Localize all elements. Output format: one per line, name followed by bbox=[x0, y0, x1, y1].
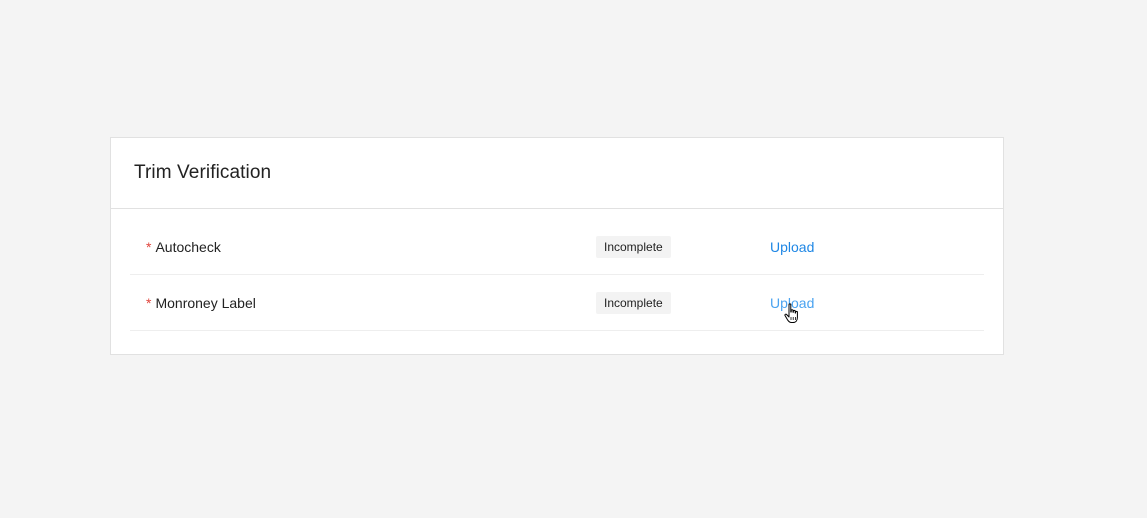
verification-list: * Autocheck Incomplete Upload * Monroney L… bbox=[111, 209, 1003, 331]
status-badge: Incomplete bbox=[596, 291, 671, 314]
list-item-autocheck: * Autocheck Incomplete Upload bbox=[130, 219, 984, 275]
trim-verification-card: Trim Verification * Autocheck Incomplete … bbox=[110, 137, 1004, 355]
required-mark: * bbox=[146, 294, 152, 311]
row-label-text: Monroney Label bbox=[155, 294, 256, 311]
card-header: Trim Verification bbox=[111, 138, 1003, 209]
row-label: * Autocheck bbox=[146, 239, 221, 255]
upload-link-autocheck[interactable]: Upload bbox=[770, 239, 814, 255]
status-badge: Incomplete bbox=[596, 235, 671, 258]
required-mark: * bbox=[146, 238, 152, 255]
upload-link-monroney-label[interactable]: Upload bbox=[770, 295, 814, 311]
row-label-text: Autocheck bbox=[155, 238, 221, 255]
row-label: * Monroney Label bbox=[146, 295, 256, 311]
list-item-monroney-label: * Monroney Label Incomplete Upload bbox=[130, 275, 984, 331]
card-title: Trim Verification bbox=[134, 162, 272, 183]
